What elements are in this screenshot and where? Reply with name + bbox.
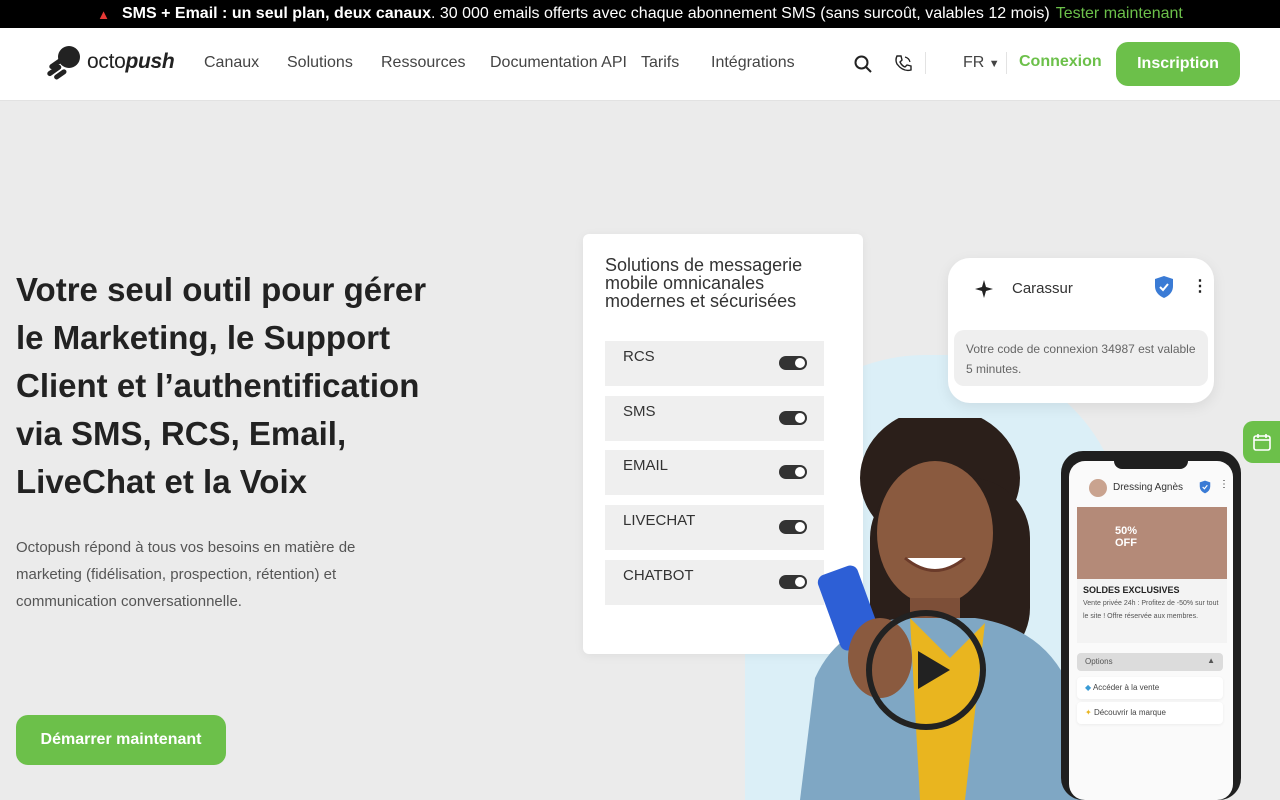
search-icon[interactable] xyxy=(853,54,873,74)
sender-name: Carassur xyxy=(1012,280,1073,297)
logo-text: octopush xyxy=(87,50,175,73)
header-divider xyxy=(1006,52,1007,74)
channel-row-sms: SMS xyxy=(605,396,824,441)
signup-button[interactable]: Inscription xyxy=(1116,42,1240,86)
phone-screen: Dressing Agnès ⋮ 50% OFF SOLDES EXCLUSIV… xyxy=(1069,461,1233,800)
promo-text: . 30 000 emails offerts avec chaque abon… xyxy=(430,5,1050,22)
calendar-icon xyxy=(1253,434,1271,451)
option-discover-brand[interactable]: ✦ Découvrir la marque xyxy=(1077,702,1223,724)
hero-title: Votre seul outil pour gérer le Marketing… xyxy=(16,271,427,500)
language-selector[interactable]: FR ▼ xyxy=(963,54,1000,72)
channel-row-email: EMAIL xyxy=(605,450,824,495)
site-header: octopush Canaux Solutions Ressources Doc… xyxy=(0,28,1280,101)
nav-documentation-api[interactable]: Documentation API xyxy=(490,54,627,72)
solutions-card-title: Solutions de messagerie mobile omnicanal… xyxy=(605,255,803,311)
channel-row-livechat: LIVECHAT xyxy=(605,505,824,550)
header-divider xyxy=(925,52,926,74)
channel-row-chatbot: CHATBOT xyxy=(605,560,824,605)
avatar xyxy=(1089,479,1107,497)
nav-solutions[interactable]: Solutions xyxy=(287,54,353,72)
login-link[interactable]: Connexion xyxy=(1019,53,1102,71)
channel-row-rcs: RCS xyxy=(605,341,824,386)
woman-with-phone-image xyxy=(800,418,1090,800)
logo[interactable]: octopush xyxy=(45,44,175,80)
verified-shield-icon xyxy=(1155,276,1173,298)
option-access-sale[interactable]: ◆ Accéder à la vente xyxy=(1077,677,1223,699)
promo-banner: ▲ SMS + Email : un seul plan, deux canau… xyxy=(0,0,1280,28)
promo-badge: 50% OFF xyxy=(1114,525,1138,549)
flame-icon: ▲ xyxy=(97,6,110,22)
promo-headline: SOLDES EXCLUSIVES xyxy=(1083,585,1180,595)
promo-bold-text: SMS + Email : un seul plan, deux canaux xyxy=(122,5,431,22)
options-dropdown[interactable]: Options ▲ xyxy=(1077,653,1223,671)
verified-shield-icon xyxy=(1199,480,1211,494)
message-bubble: Votre code de connexion 34987 est valabl… xyxy=(954,330,1208,386)
phone-mockup: Dressing Agnès ⋮ 50% OFF SOLDES EXCLUSIV… xyxy=(1061,451,1241,800)
phone-notch xyxy=(1114,461,1188,469)
chevron-up-icon: ▲ xyxy=(1207,656,1215,665)
toggle-switch[interactable] xyxy=(779,356,807,370)
sparkle-icon: ✦ xyxy=(1085,708,1092,717)
promo-image: 50% OFF xyxy=(1077,507,1227,579)
more-vertical-icon[interactable]: ⋮ xyxy=(1192,276,1208,296)
nav-canaux[interactable]: Canaux xyxy=(204,54,259,72)
start-now-button[interactable]: Démarrer maintenant xyxy=(16,715,226,765)
phone-call-icon[interactable] xyxy=(893,54,913,74)
nav-ressources[interactable]: Ressources xyxy=(381,54,465,72)
sms-notification-card: Carassur ⋮ Votre code de connexion 34987… xyxy=(948,258,1214,403)
more-vertical-icon[interactable]: ⋮ xyxy=(1219,479,1229,490)
nav-integrations[interactable]: Intégrations xyxy=(711,54,795,72)
brand-cross-icon xyxy=(975,280,993,298)
promo-message: SOLDES EXCLUSIVES Vente privée 24h : Pro… xyxy=(1077,579,1227,643)
phone-chat-header: Dressing Agnès ⋮ xyxy=(1069,475,1233,505)
hero-description: Octopush répond à tous vos besoins en ma… xyxy=(16,539,356,610)
diamond-icon: ◆ xyxy=(1085,683,1092,692)
caret-down-icon: ▼ xyxy=(988,58,1000,70)
octopus-logo-icon xyxy=(47,46,80,80)
promo-body: Vente privée 24h : Profitez de -50% sur … xyxy=(1083,600,1219,620)
calendar-widget-button[interactable] xyxy=(1243,421,1280,463)
nav-tarifs[interactable]: Tarifs xyxy=(641,54,679,72)
play-video-button[interactable] xyxy=(866,610,986,730)
phone-sender-name: Dressing Agnès xyxy=(1113,482,1184,493)
promo-link[interactable]: Tester maintenant xyxy=(1056,5,1183,23)
